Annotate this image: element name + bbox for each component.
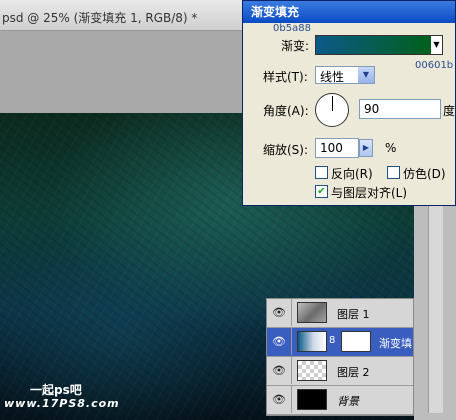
layer-row-layer-1[interactable]: 👁 图层 1	[267, 299, 413, 328]
chevron-down-icon[interactable]: ▼	[358, 67, 374, 83]
layer-thumbnail	[297, 389, 327, 410]
dither-checkbox[interactable]	[387, 166, 400, 179]
gradient-end-hex: 00601b	[415, 60, 454, 71]
angle-input[interactable]: 90	[359, 99, 441, 119]
gradient-fill-thumbnail	[297, 331, 327, 352]
layer-thumbnail	[297, 360, 327, 381]
layer-row-layer-2[interactable]: 👁 图层 2	[267, 357, 413, 386]
layer-thumbnail	[297, 302, 327, 323]
scale-value: 100	[320, 141, 343, 155]
gradient-dropdown-arrow-icon[interactable]: ▼	[431, 35, 443, 55]
reverse-checkbox[interactable]	[315, 166, 328, 179]
layer-name: 图层 2	[337, 366, 370, 379]
reverse-label: 反向(R)	[331, 167, 373, 181]
align-with-layer-checkbox[interactable]: ✔	[315, 185, 328, 198]
layer-name: 背景	[337, 395, 359, 408]
layer-mask-thumbnail[interactable]	[341, 331, 371, 352]
layer-name: 渐变填	[379, 337, 412, 350]
layers-panel: 👁 图层 1 👁 8 渐变填 👁 图层 2 👁 背景	[266, 298, 414, 416]
angle-label: 角度(A):	[263, 104, 309, 118]
dialog-body: 0b5a88 渐变: ▼ 00601b 样式(T): 线性 ▼ 角度(A): 9…	[243, 23, 455, 205]
gradient-start-hex: 0b5a88	[273, 23, 311, 34]
scale-input[interactable]: 100	[315, 138, 359, 158]
scale-stepper-arrow-icon[interactable]: ▶	[359, 139, 373, 157]
dither-label: 仿色(D)	[403, 167, 446, 181]
link-chain-icon[interactable]: 8	[329, 335, 335, 346]
layer-name: 图层 1	[337, 308, 370, 321]
angle-value: 90	[364, 102, 380, 116]
scale-unit: %	[385, 141, 397, 155]
layer-row-gradient-fill[interactable]: 👁 8 渐变填	[267, 328, 413, 357]
style-select[interactable]: 线性 ▼	[315, 66, 375, 84]
gradient-preview[interactable]	[315, 35, 433, 55]
angle-dial[interactable]	[315, 93, 349, 127]
style-value: 线性	[320, 70, 345, 84]
eye-icon[interactable]: 👁	[267, 328, 292, 355]
document-title: psd @ 25% (渐变填充 1, RGB/8) *	[2, 11, 198, 25]
watermark-line-2: www.17PS8.com	[4, 397, 120, 410]
dialog-title[interactable]: 渐变填充	[243, 1, 455, 23]
align-with-layer-label: 与图层对齐(L)	[331, 186, 408, 200]
layer-row-background[interactable]: 👁 背景	[267, 386, 413, 415]
angle-dial-hand	[332, 96, 333, 111]
angle-unit: 度	[443, 104, 456, 118]
eye-icon[interactable]: 👁	[267, 386, 292, 413]
scale-label: 缩放(S):	[263, 143, 309, 157]
gradient-label: 渐变:	[281, 39, 310, 53]
eye-icon[interactable]: 👁	[267, 357, 292, 384]
style-label: 样式(T):	[263, 70, 308, 84]
watermark-line-1: 一起ps吧	[30, 383, 82, 397]
gradient-fill-dialog: 渐变填充 0b5a88 渐变: ▼ 00601b 样式(T): 线性 ▼ 角度(…	[242, 0, 456, 206]
eye-icon[interactable]: 👁	[267, 299, 292, 326]
